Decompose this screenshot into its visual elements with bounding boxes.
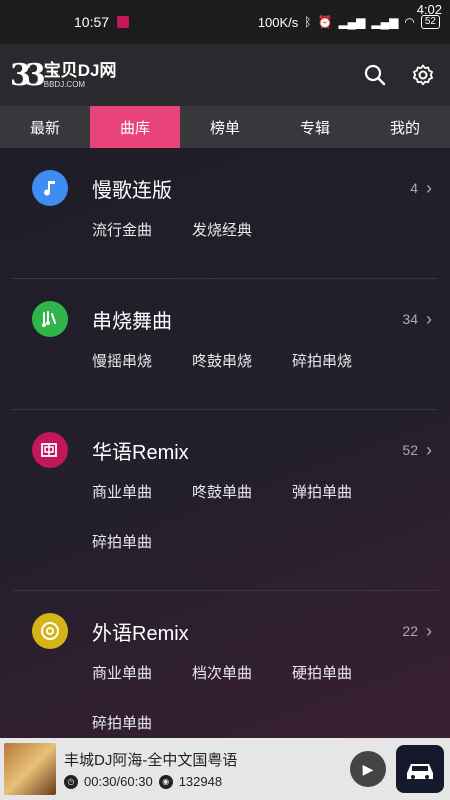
tag-item[interactable]: 商业单曲	[92, 657, 192, 707]
tag-item[interactable]: 商业单曲	[92, 476, 192, 526]
tag-list: 商业单曲 咚鼓单曲 弹拍单曲 碎拍单曲	[92, 476, 438, 576]
category-slow-songs[interactable]: 慢歌连版 4 › 流行金曲 发烧经典	[12, 148, 438, 279]
chevron-right-icon: ›	[426, 439, 432, 460]
category-count: 52	[402, 442, 418, 458]
category-title: 串烧舞曲	[92, 310, 172, 333]
main-tabs: 最新 曲库 榜单 专辑 我的	[0, 106, 450, 148]
chevron-right-icon: ›	[426, 620, 432, 641]
signal-icon-2: ▂▄▆	[371, 15, 399, 29]
status-bar: 10:57 100K/s ᛒ ⏰ ▂▄▆ ▂▄▆ ◠ 52 4:02	[0, 0, 450, 44]
category-count: 34	[402, 311, 418, 327]
category-list: 慢歌连版 4 › 流行金曲 发烧经典 串烧舞曲 34 › 慢摇串烧 咚鼓串烧 碎…	[0, 148, 450, 738]
category-header[interactable]: 华语Remix 52 ›	[32, 430, 438, 470]
tab-library[interactable]: 曲库	[90, 106, 180, 148]
status-left: 10:57	[74, 14, 130, 30]
car-app-icon	[396, 745, 444, 793]
app-logo: 33 宝贝DJ网 BBDJ.COM	[10, 58, 116, 93]
category-title: 华语Remix	[92, 441, 189, 464]
tag-item[interactable]: 咚鼓串烧	[192, 345, 292, 395]
tag-item[interactable]: 档次单曲	[192, 657, 292, 707]
tag-item[interactable]: 硬拍单曲	[292, 657, 392, 707]
logo-mark: 33	[10, 57, 46, 93]
status-time-right: 4:02	[416, 2, 442, 17]
category-title: 慢歌连版	[92, 179, 172, 202]
tab-mine[interactable]: 我的	[360, 106, 450, 148]
tag-item[interactable]: 碎拍单曲	[92, 526, 192, 576]
category-header[interactable]: 串烧舞曲 34 ›	[32, 299, 438, 339]
signal-icon: ▂▄▆	[338, 15, 366, 29]
play-count: 132948	[178, 774, 223, 789]
tag-item[interactable]: 发烧经典	[192, 214, 292, 264]
status-time: 10:57	[74, 14, 110, 30]
clock-icon: ◷	[64, 774, 78, 789]
tab-latest[interactable]: 最新	[0, 106, 90, 148]
mini-player[interactable]: 丰城DJ阿海-全中文国粤语 ◷ 00:30/60:30 ◉ 132948 ▶	[0, 738, 450, 800]
category-medley[interactable]: 串烧舞曲 34 › 慢摇串烧 咚鼓串烧 碎拍串烧	[12, 279, 438, 410]
song-title: 丰城DJ阿海-全中文国粤语	[64, 752, 238, 769]
gear-icon[interactable]	[410, 62, 436, 88]
wifi-icon: ◠	[404, 15, 415, 29]
status-right: 100K/s ᛒ ⏰ ▂▄▆ ▂▄▆ ◠ 52	[258, 15, 440, 30]
category-count: 4	[410, 180, 418, 196]
search-icon[interactable]	[362, 62, 388, 88]
tag-item[interactable]: 流行金曲	[92, 214, 192, 264]
category-title: 外语Remix	[92, 622, 189, 645]
chevron-right-icon: ›	[426, 177, 432, 198]
chevron-right-icon: ›	[426, 308, 432, 329]
album-cover[interactable]	[4, 743, 56, 795]
category-header[interactable]: 外语Remix 22 ›	[32, 611, 438, 651]
app-header: 33 宝贝DJ网 BBDJ.COM	[0, 44, 450, 106]
player-meta: ◷ 00:30/60:30 ◉ 132948	[64, 774, 350, 789]
player-info[interactable]: 丰城DJ阿海-全中文国粤语 ◷ 00:30/60:30 ◉ 132948	[64, 749, 350, 789]
tag-item[interactable]: 弹拍单曲	[292, 476, 392, 526]
chinese-char-icon	[32, 432, 68, 468]
tag-item[interactable]: 碎拍串烧	[292, 345, 392, 395]
music-note-icon	[32, 170, 68, 206]
logo-subtitle: BBDJ.COM	[43, 79, 86, 89]
notification-app-icon	[117, 16, 130, 28]
tag-list: 流行金曲 发烧经典	[92, 214, 438, 264]
tag-item[interactable]: 慢摇串烧	[92, 345, 192, 395]
play-time: 00:30/60:30	[84, 774, 153, 789]
dance-icon	[32, 301, 68, 337]
record-icon	[32, 613, 68, 649]
alarm-icon: ⏰	[317, 15, 333, 29]
tab-albums[interactable]: 专辑	[270, 106, 360, 148]
logo-title: 宝贝DJ网	[43, 60, 117, 80]
logo-text: 宝贝DJ网 BBDJ.COM	[44, 62, 117, 89]
battery-indicator: 52	[420, 15, 440, 29]
tab-charts[interactable]: 榜单	[180, 106, 270, 148]
header-actions	[362, 62, 436, 88]
category-count: 22	[402, 623, 418, 639]
category-header[interactable]: 慢歌连版 4 ›	[32, 168, 438, 208]
tag-list: 慢摇串烧 咚鼓串烧 碎拍串烧	[92, 345, 438, 395]
category-chinese-remix[interactable]: 华语Remix 52 › 商业单曲 咚鼓单曲 弹拍单曲 碎拍单曲	[12, 410, 438, 591]
tag-item[interactable]: 咚鼓单曲	[192, 476, 292, 526]
play-pause-button[interactable]: ▶	[350, 751, 386, 787]
headphones-icon: ◉	[158, 774, 173, 789]
bluetooth-icon: ᛒ	[304, 15, 312, 29]
network-speed: 100K/s	[257, 14, 299, 30]
